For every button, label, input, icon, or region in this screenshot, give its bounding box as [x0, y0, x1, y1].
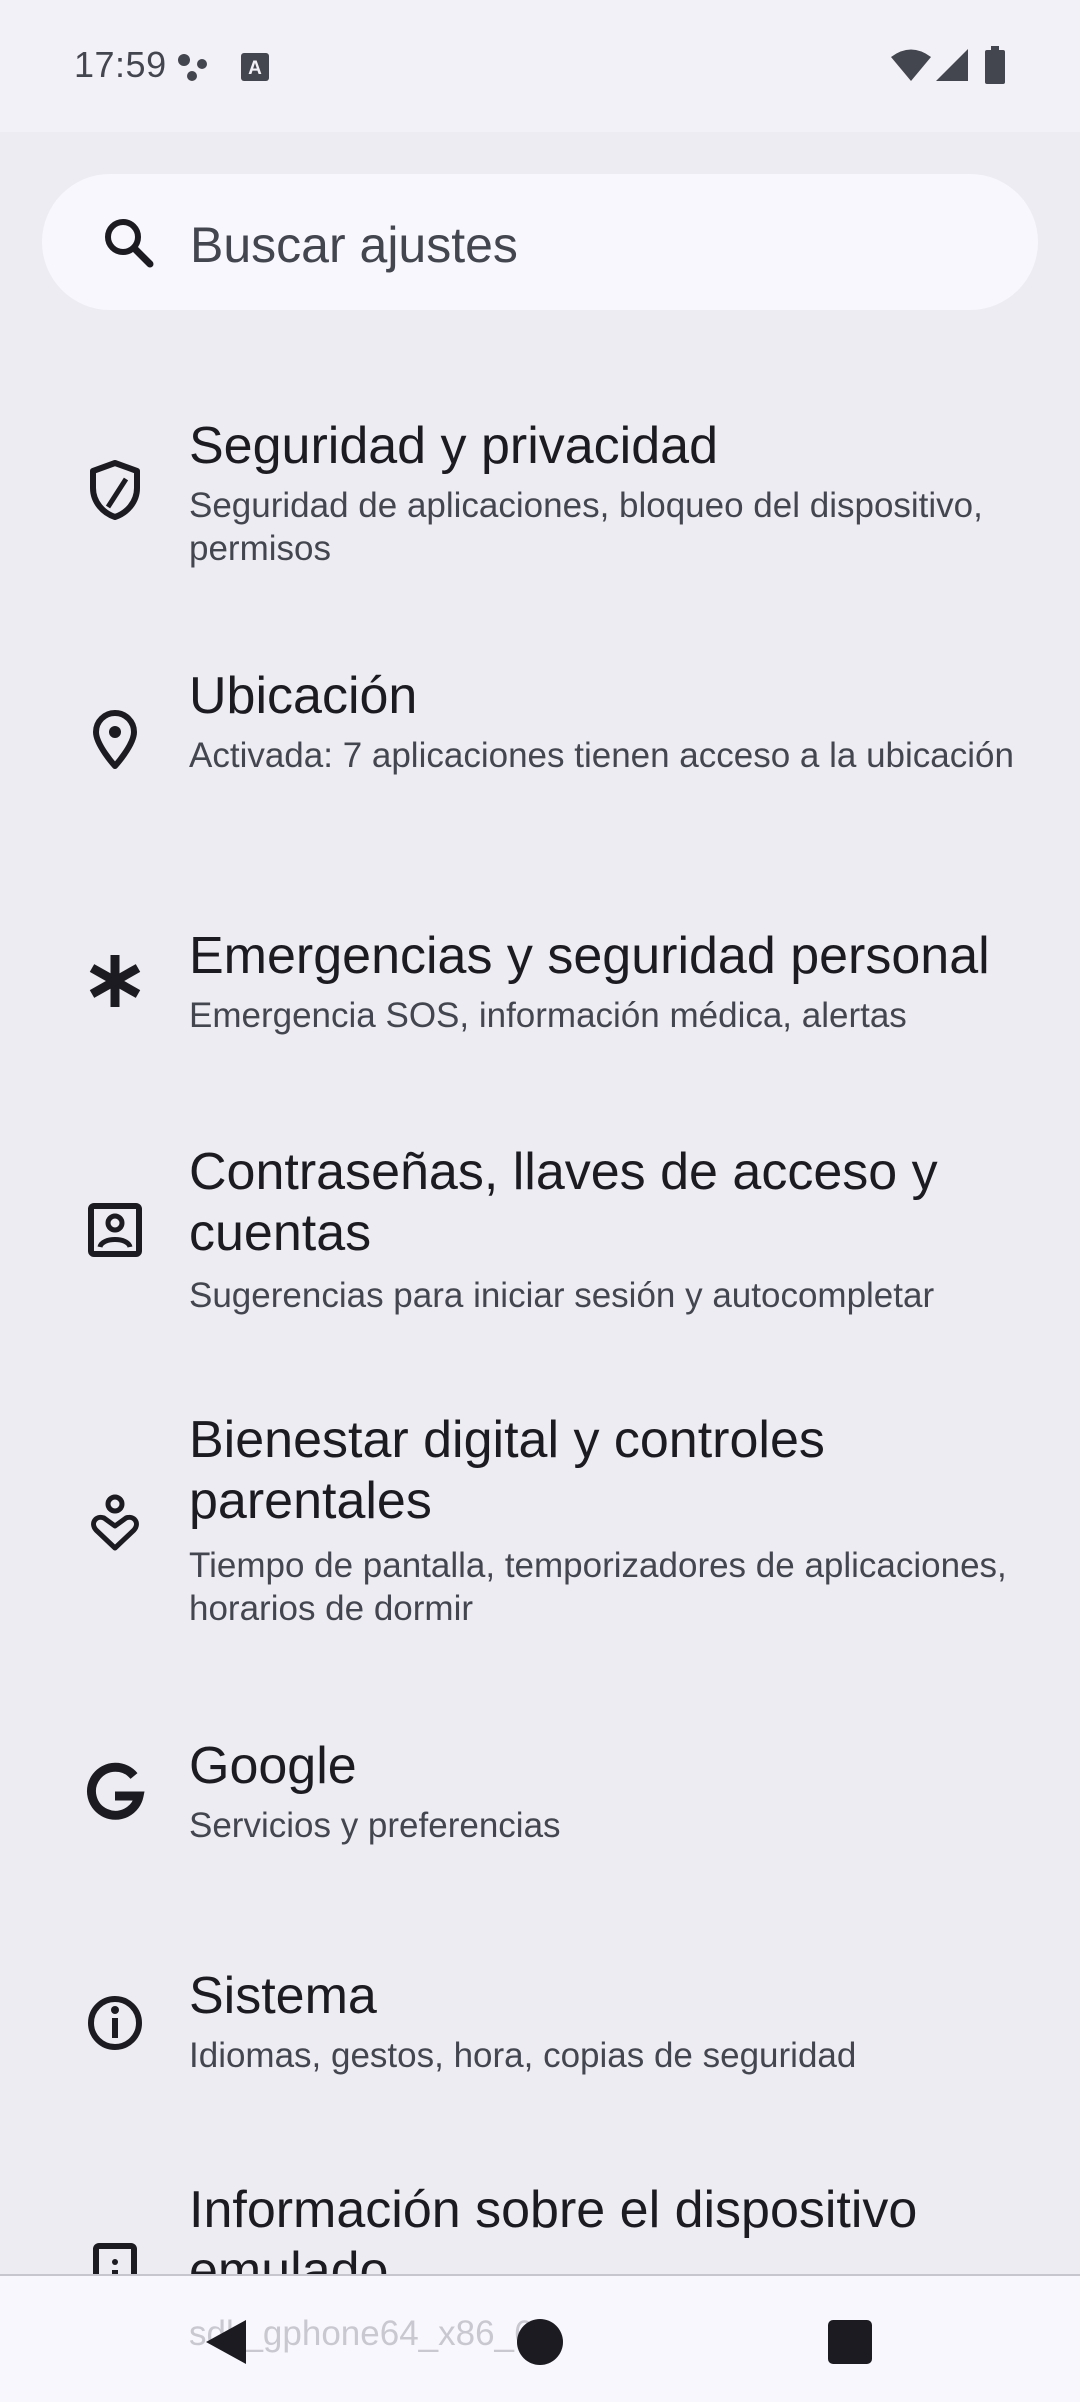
item-subtitle: Seguridad de aplicaciones, bloqueo del d…: [189, 486, 983, 568]
settings-item-digital-wellbeing[interactable]: Bienestar digital y controles parentales…: [0, 1410, 1080, 1640]
item-subtitle: Sugerencias para iniciar sesión y autoco…: [189, 1276, 935, 1315]
item-title: Información sobre el dispositivo emulado: [189, 2181, 918, 2274]
status-bar: 17:59 A: [0, 0, 1080, 132]
item-title: Contraseñas, llaves de acceso y cuentas: [189, 1143, 938, 1262]
keyboard-a-icon: A: [241, 53, 269, 81]
assistant-dots-icon: [178, 54, 207, 81]
heart-person-icon: [91, 1494, 139, 1551]
status-time: 17:59: [74, 44, 167, 85]
google-g-icon: [87, 1762, 145, 1820]
info-icon: [88, 1996, 142, 2050]
item-title: Seguridad y privacidad: [189, 417, 718, 475]
item-subtitle: Activada: 7 aplicaciones tienen acceso a…: [189, 736, 1014, 775]
item-title: Sistema: [189, 1967, 377, 2025]
account-box-icon: [88, 1203, 142, 1257]
cellular-signal-icon: [936, 49, 968, 81]
item-title: Emergencias y seguridad personal: [189, 927, 990, 985]
settings-item-system[interactable]: Sistema Idiomas, gestos, hora, copias de…: [0, 1950, 1080, 2100]
settings-item-security-privacy[interactable]: Seguridad y privacidad Seguridad de apli…: [0, 400, 1080, 590]
navigation-bar: sdk_gphone64_x86_64: [0, 2274, 1080, 2402]
asterisk-icon: [89, 955, 141, 1007]
item-title: Google: [189, 1737, 357, 1795]
location-pin-icon: [93, 710, 137, 769]
shield-icon: [90, 460, 140, 520]
svg-text:A: A: [248, 58, 262, 79]
search-icon: [105, 219, 154, 268]
item-subtitle: Servicios y preferencias: [189, 1806, 561, 1845]
item-title: Ubicación: [189, 667, 418, 725]
settings-item-location[interactable]: Ubicación Activada: 7 aplicaciones tiene…: [0, 650, 1080, 840]
settings-item-passwords-accounts[interactable]: Contraseñas, llaves de acceso y cuentas …: [0, 1130, 1080, 1330]
settings-item-google[interactable]: Google Servicios y preferencias: [0, 1720, 1080, 1870]
item-subtitle: Tiempo de pantalla, temporizadores de ap…: [189, 1546, 1007, 1628]
search-bar[interactable]: Buscar ajustes: [42, 174, 1038, 310]
recents-icon[interactable]: [826, 2318, 874, 2366]
device-info-icon: [93, 2243, 137, 2274]
battery-icon: [985, 46, 1005, 84]
settings-item-about-device[interactable]: Información sobre el dispositivo emulado: [0, 2170, 1080, 2274]
back-icon[interactable]: [198, 2316, 250, 2368]
item-subtitle: Emergencia SOS, información médica, aler…: [189, 996, 907, 1035]
home-icon[interactable]: [514, 2316, 566, 2368]
wifi-icon: [891, 49, 931, 81]
search-placeholder: Buscar ajustes: [190, 217, 518, 273]
item-subtitle: Idiomas, gestos, hora, copias de segurid…: [189, 2036, 857, 2075]
item-title: Bienestar digital y controles parentales: [189, 1411, 825, 1530]
settings-item-emergency-safety[interactable]: Emergencias y seguridad personal Emergen…: [0, 910, 1080, 1060]
